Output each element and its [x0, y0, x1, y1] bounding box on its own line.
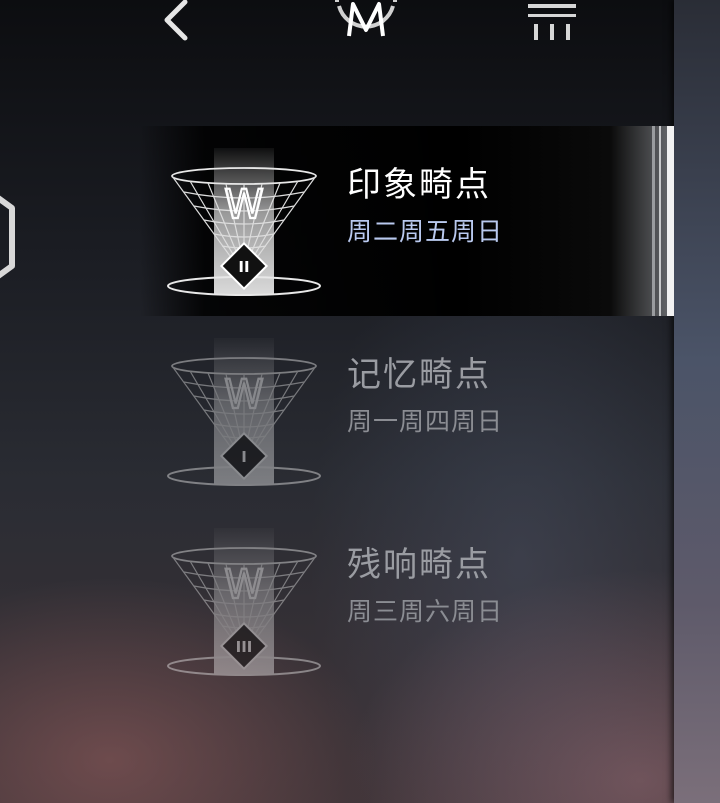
funnel-emblem-icon: W I — [167, 338, 321, 486]
anomaly-point-item[interactable]: W III 残响畸点周三周六周日 — [140, 506, 674, 696]
anomaly-point-item[interactable]: W II 印象畸点周二周五周日 — [140, 126, 674, 316]
m-emblem-icon[interactable] — [333, 0, 399, 46]
top-bar — [0, 0, 674, 60]
funnel-emblem-icon: W II — [167, 148, 321, 296]
chevron-left-icon[interactable] — [155, 0, 195, 44]
point-title: 残响畸点 — [347, 545, 491, 585]
point-title: 印象畸点 — [347, 165, 491, 205]
funnel-letter: W — [224, 562, 264, 608]
selected-indicator — [650, 126, 674, 316]
anomaly-point-item[interactable]: W I 记忆畸点周一周四周日 — [140, 316, 674, 506]
funnel-emblem-icon: W III — [167, 528, 321, 676]
tier-badge: III — [236, 638, 253, 656]
menu-bars-icon[interactable] — [524, 0, 580, 44]
point-schedule: 周二周五周日 — [347, 217, 504, 246]
tier-badge: I — [241, 448, 247, 466]
funnel-letter: W — [224, 182, 264, 228]
funnel-letter: W — [224, 372, 264, 418]
point-title: 记忆畸点 — [347, 355, 491, 395]
side-background-panel — [674, 0, 720, 803]
point-schedule: 周一周四周日 — [347, 407, 504, 436]
side-hex-tab-icon[interactable] — [0, 178, 18, 296]
tier-badge: II — [238, 258, 249, 276]
point-schedule: 周三周六周日 — [347, 597, 504, 626]
